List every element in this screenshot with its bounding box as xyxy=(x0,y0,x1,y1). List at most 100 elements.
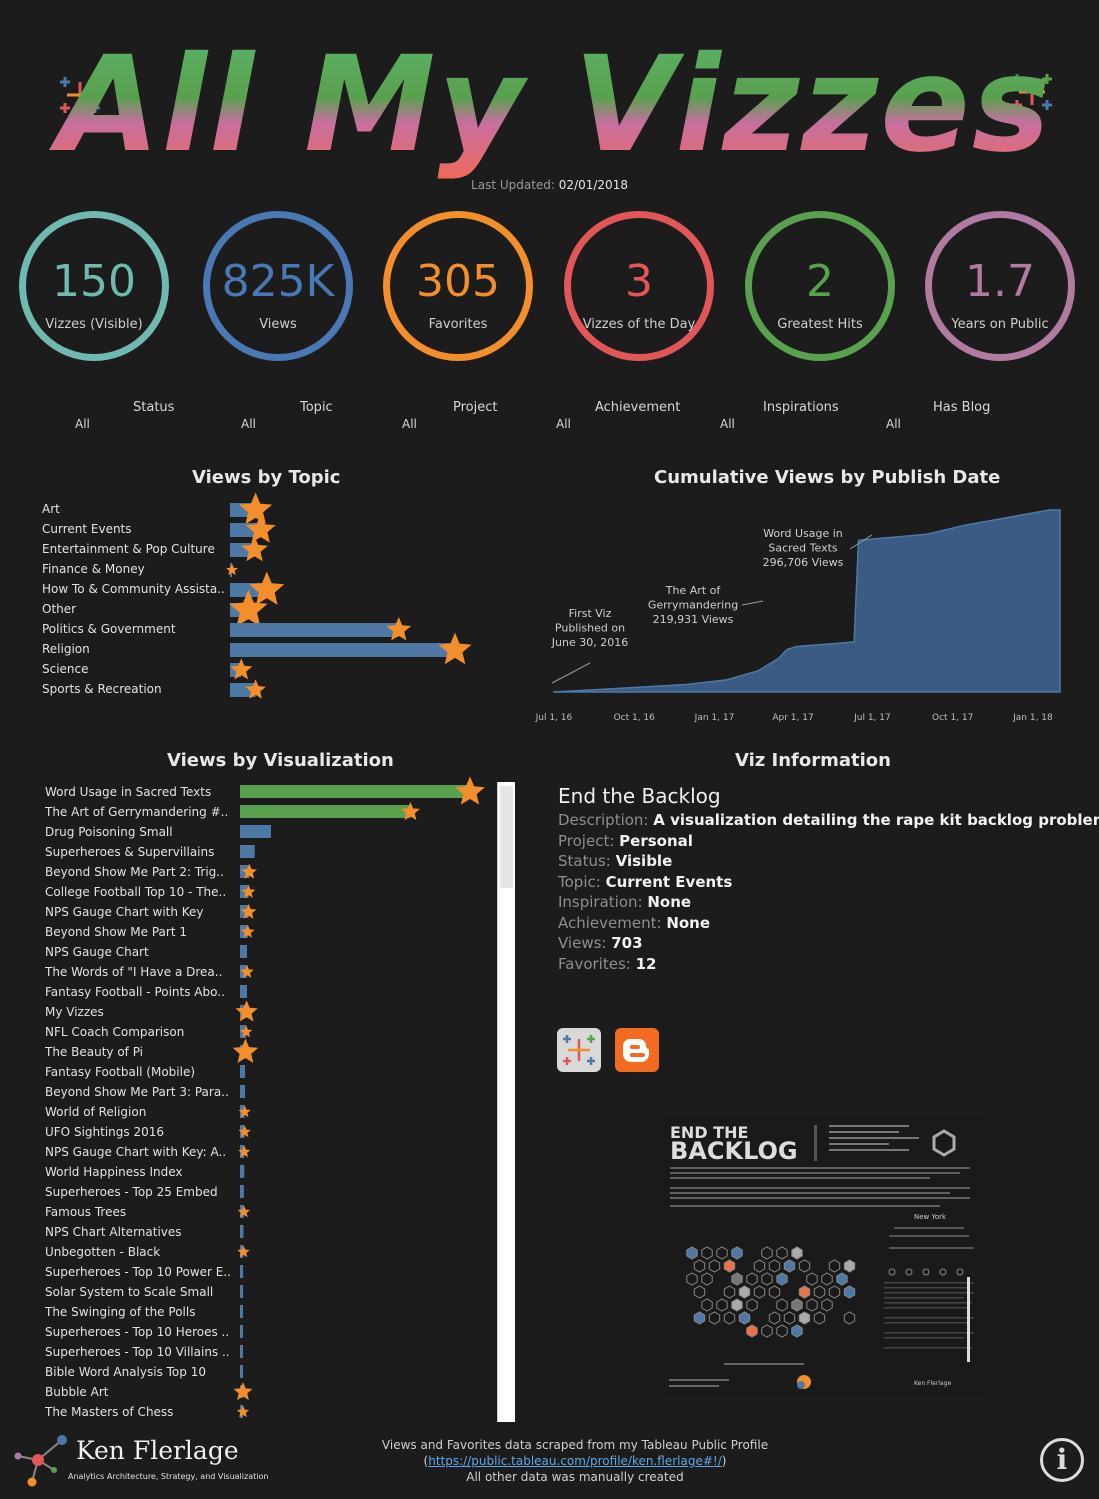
annotation-text: First Viz xyxy=(569,607,612,620)
footer-line-1: Views and Favorites data scraped from my… xyxy=(381,1438,769,1452)
hex-state xyxy=(731,1298,743,1312)
scrollbar[interactable] xyxy=(497,782,515,1422)
viz-name: End the Backlog xyxy=(558,784,721,808)
hex-state xyxy=(821,1272,833,1286)
hex-state xyxy=(798,1311,811,1325)
viz-bar[interactable] xyxy=(240,945,247,958)
blogger-button[interactable] xyxy=(615,1028,659,1072)
filter-value[interactable]: All xyxy=(556,417,571,431)
hex-state xyxy=(761,1324,773,1338)
hex-state xyxy=(723,1311,736,1325)
info-row: Description: A visualization detailing t… xyxy=(558,811,1099,829)
viz-bar[interactable] xyxy=(240,825,272,838)
filter-value[interactable]: All xyxy=(720,417,735,431)
hex-state xyxy=(798,1259,811,1273)
hex-state xyxy=(828,1259,841,1273)
info-key: Description: xyxy=(558,811,649,829)
viz-bar[interactable] xyxy=(240,1305,243,1318)
hex-state xyxy=(791,1298,803,1312)
hex-state xyxy=(701,1298,713,1312)
hex-state xyxy=(776,1246,788,1260)
info-key: Achievement: xyxy=(558,913,662,932)
kpi-label: Greatest Hits xyxy=(777,317,863,332)
viz-bar[interactable] xyxy=(240,1185,244,1198)
hex-state xyxy=(776,1298,788,1312)
thumbnail-title-2: BACKLOG xyxy=(670,1137,798,1165)
viz-bar[interactable] xyxy=(240,1345,243,1358)
viz-bar[interactable] xyxy=(240,1325,243,1338)
viz-bar[interactable] xyxy=(240,845,255,858)
filter-value[interactable]: All xyxy=(886,417,901,431)
viz-favorites-star xyxy=(455,776,485,805)
info-key: Views: xyxy=(558,934,607,952)
kpi-value: 3 xyxy=(625,256,653,307)
hex-state xyxy=(686,1272,698,1286)
viz-bar[interactable] xyxy=(240,1225,244,1238)
viz-bar[interactable] xyxy=(240,1165,245,1178)
hex-state xyxy=(753,1285,766,1299)
hex-state xyxy=(693,1259,706,1273)
info-button[interactable]: i xyxy=(1040,1438,1084,1482)
hex-state xyxy=(768,1285,781,1299)
annotation-text: 296,706 Views xyxy=(763,556,844,569)
hex-state xyxy=(813,1311,826,1325)
info-row: Status: Visible xyxy=(558,852,672,870)
viz-bar[interactable] xyxy=(240,985,247,998)
filter-name: Achievement xyxy=(595,400,681,415)
svg-text:Ken Flerlage: Ken Flerlage xyxy=(914,1380,951,1387)
scrollbar-thumb[interactable] xyxy=(500,786,513,888)
x-tick-label: Jan 1, 18 xyxy=(1012,713,1053,723)
hex-state xyxy=(783,1311,796,1325)
cumulative-views-title: Cumulative Views by Publish Date xyxy=(654,467,1001,488)
tableau-profile-link[interactable]: https://public.tableau.com/profile/ken.f… xyxy=(428,1454,722,1468)
info-icon: i xyxy=(1056,1443,1068,1476)
viz-bar[interactable] xyxy=(240,1365,243,1378)
hex-state xyxy=(821,1298,833,1312)
kpi-value: 1.7 xyxy=(965,256,1035,307)
ken-flerlage-logo[interactable]: Ken Flerlage Analytics Architecture, Str… xyxy=(10,1430,268,1490)
info-value: Personal xyxy=(619,831,693,850)
network-logo-icon xyxy=(14,1435,67,1487)
tableau-public-button[interactable] xyxy=(557,1028,601,1072)
info-value: Current Events xyxy=(605,872,733,891)
annotation-text: Gerrymandering xyxy=(648,599,738,612)
viz-thumbnail[interactable]: END THE BACKLOG New York Ken Flerlage xyxy=(664,1117,984,1395)
logo-tagline: Analytics Architecture, Strategy, and Vi… xyxy=(68,1472,269,1481)
info-key: Status: xyxy=(558,852,611,870)
annotation-text: Published on xyxy=(555,622,625,635)
hex-state xyxy=(708,1259,721,1273)
hex-state xyxy=(776,1272,788,1286)
annotation-text: Word Usage in xyxy=(763,527,843,540)
annotation-text: The Art of xyxy=(665,584,722,597)
blogger-icon xyxy=(623,1039,649,1062)
viz-information-title: Viz Information xyxy=(735,750,891,771)
viz-bar[interactable] xyxy=(240,1085,246,1098)
hex-state xyxy=(723,1285,736,1299)
info-value: 12 xyxy=(635,954,657,973)
viz-bar[interactable] xyxy=(240,1285,244,1298)
info-row: Achievement: None xyxy=(558,914,710,932)
annotation-text: June 30, 2016 xyxy=(551,636,628,649)
viz-favorites-star xyxy=(237,1245,250,1258)
kpi-circle: 1.7 Years on Public xyxy=(925,211,1075,361)
footer-note: Views and Favorites data scraped from my… xyxy=(330,1437,820,1485)
hex-state xyxy=(791,1246,803,1260)
hex-state xyxy=(701,1272,713,1286)
kpi-label: Years on Public xyxy=(951,317,1049,332)
viz-bar[interactable] xyxy=(240,1265,244,1278)
footer-link-row: (https://public.tableau.com/profile/ken.… xyxy=(423,1454,727,1468)
hex-state xyxy=(746,1272,758,1286)
info-key: Project: xyxy=(558,831,615,850)
hex-state xyxy=(783,1259,796,1273)
hex-state xyxy=(701,1246,713,1260)
viz-bar[interactable] xyxy=(240,805,411,818)
kpi-label: Vizzes of the Day xyxy=(582,317,696,332)
viz-bar[interactable] xyxy=(240,1065,246,1078)
annotation-line xyxy=(551,662,591,684)
hex-state xyxy=(716,1246,728,1260)
info-key: Topic: xyxy=(558,872,601,891)
hex-state xyxy=(753,1259,766,1273)
x-tick-label: Oct 1, 17 xyxy=(932,713,973,723)
viz-bar[interactable] xyxy=(240,785,470,798)
info-value: 703 xyxy=(611,934,643,952)
